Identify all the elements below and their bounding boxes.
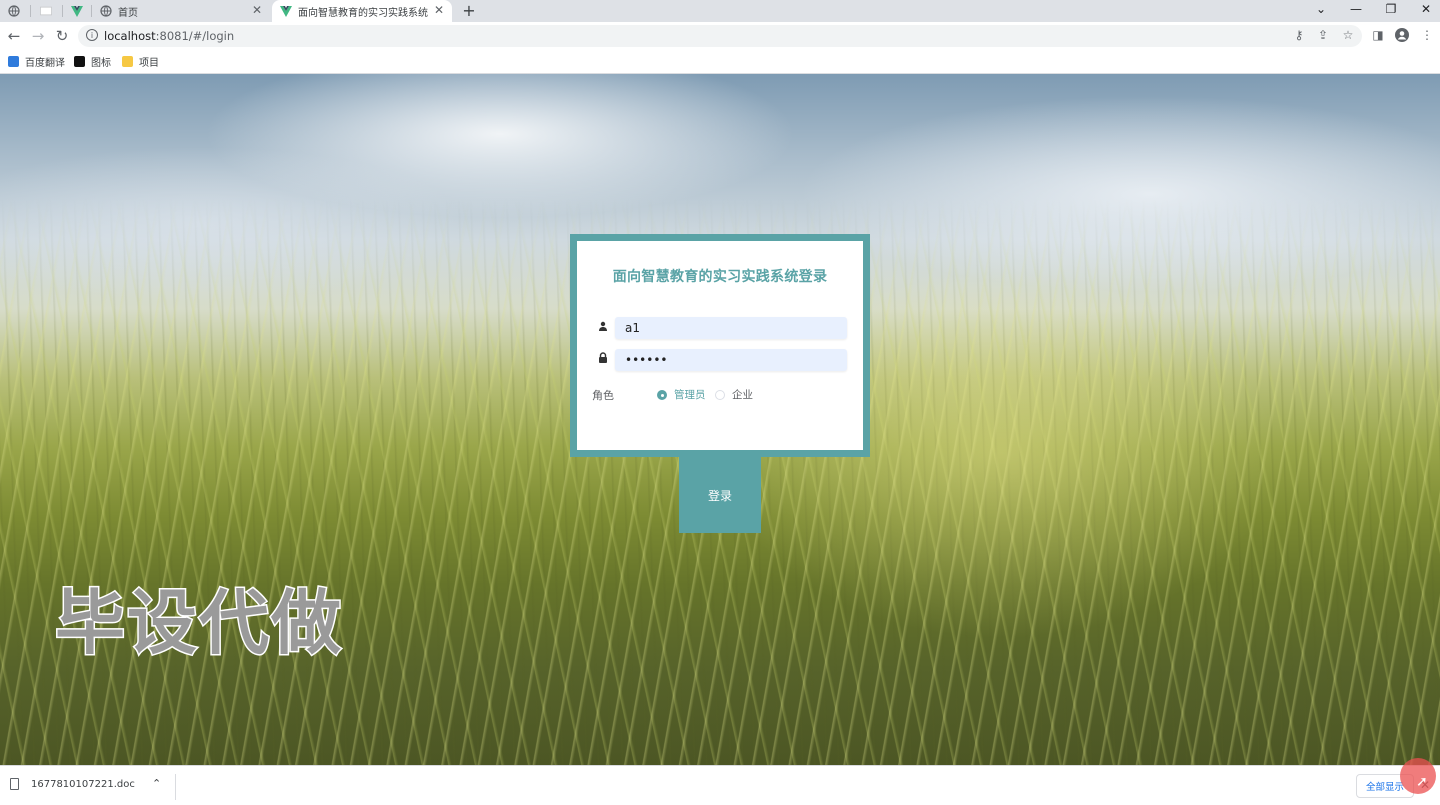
tab-strip: 首页 ✕ 面向智慧教育的实习实践系统 ✕ + ⌄ — ❐ ✕ — [0, 0, 1440, 22]
url-path: :8081/#/login — [155, 29, 235, 43]
tab-login-active[interactable]: 面向智慧教育的实习实践系统 ✕ — [272, 0, 452, 22]
download-bar: 1677810107221.doc ⌃ 全部显示 ✕ — [0, 765, 1440, 805]
profile-avatar-icon[interactable] — [1394, 28, 1410, 45]
browser-toolbar: ← → ↻ i localhost:8081/#/login ⚷ ⇪ ☆ ◨ ⋮ — [0, 22, 1440, 50]
bookmark-star-icon[interactable]: ☆ — [1340, 28, 1356, 42]
tab-title: 首页 — [118, 7, 138, 19]
password-field[interactable] — [615, 349, 847, 371]
translate-icon — [8, 56, 19, 67]
bookmark-label: 百度翻译 — [25, 58, 65, 69]
address-bar[interactable]: i localhost:8081/#/login — [78, 25, 1362, 47]
mouse-cursor-icon: ➚ — [1416, 774, 1428, 790]
download-file-name: 1677810107221.doc — [31, 778, 135, 790]
bookmark-icons[interactable]: 图标 — [74, 54, 111, 69]
lock-icon — [597, 352, 609, 364]
tab-title: 面向智慧教育的实习实践系统 — [298, 7, 428, 19]
globe-icon — [8, 5, 20, 17]
menu-kebab-icon[interactable]: ⋮ — [1419, 28, 1435, 42]
tab-3[interactable] — [63, 0, 91, 22]
globe-icon — [100, 5, 112, 17]
password-input[interactable] — [615, 349, 835, 371]
download-item[interactable]: 1677810107221.doc — [10, 778, 135, 790]
radio-checked-icon — [657, 389, 667, 400]
divider — [175, 774, 176, 800]
key-icon[interactable]: ⚷ — [1291, 28, 1307, 42]
tab-1[interactable] — [0, 0, 30, 22]
chevron-up-icon[interactable]: ⌃ — [152, 777, 161, 790]
bookmark-project-folder[interactable]: 项目 — [122, 54, 159, 69]
url-host: localhost — [104, 29, 156, 43]
login-title: 面向智慧教育的实习实践系统登录 — [612, 269, 828, 285]
side-panel-icon[interactable]: ◨ — [1370, 28, 1386, 42]
role-option-label: 管理员 — [674, 389, 706, 401]
user-icon — [597, 321, 609, 333]
bookmarks-bar: 百度翻译 图标 项目 — [0, 50, 1440, 74]
window-close-icon[interactable]: ✕ — [1418, 2, 1434, 16]
new-tab-button[interactable]: + — [460, 1, 478, 20]
url-text[interactable]: localhost:8081/#/login — [104, 29, 234, 43]
bookmark-baidu-translate[interactable]: 百度翻译 — [8, 54, 65, 69]
username-field[interactable] — [615, 317, 847, 339]
site-info-icon[interactable]: i — [86, 29, 98, 41]
tab-2[interactable] — [32, 0, 62, 22]
image-icon — [74, 56, 85, 67]
back-icon[interactable]: ← — [5, 27, 23, 45]
close-tab-icon[interactable]: ✕ — [250, 3, 264, 17]
role-radio-admin[interactable]: 管理员 — [657, 387, 706, 402]
vue-logo-icon — [71, 5, 83, 17]
close-tab-icon[interactable]: ✕ — [432, 3, 446, 17]
reload-icon[interactable]: ↻ — [53, 27, 71, 45]
tab-home[interactable]: 首页 ✕ — [92, 0, 270, 22]
bookmark-label: 图标 — [91, 58, 111, 69]
watermark-text: 毕设代做 — [54, 582, 343, 664]
role-radio-enterprise[interactable]: 企业 — [715, 387, 753, 402]
forward-icon[interactable]: → — [29, 27, 47, 45]
login-card: 面向智慧教育的实习实践系统登录 角色 管理员 企业 — [570, 234, 870, 457]
share-icon[interactable]: ⇪ — [1315, 28, 1331, 42]
folder-icon — [122, 56, 133, 67]
login-button[interactable]: 登录 — [679, 457, 761, 533]
restore-icon[interactable]: ❐ — [1383, 2, 1399, 16]
tab-search-icon[interactable]: ⌄ — [1313, 2, 1329, 16]
bookmark-label: 项目 — [139, 58, 159, 69]
radio-unchecked-icon — [715, 389, 725, 400]
tab-separator — [30, 5, 31, 17]
blank-page-icon — [40, 5, 52, 17]
role-label: 角色 — [592, 389, 614, 402]
username-input[interactable] — [615, 317, 835, 339]
minimize-icon[interactable]: — — [1348, 2, 1364, 16]
vue-logo-icon — [280, 5, 292, 17]
document-icon — [10, 778, 19, 790]
role-option-label: 企业 — [732, 389, 753, 401]
